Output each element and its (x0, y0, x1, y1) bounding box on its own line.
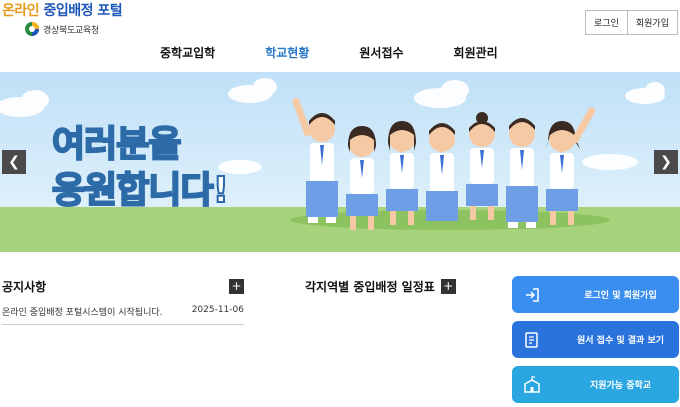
school-building-icon (512, 366, 552, 403)
logo-subtitle-text: 경상북도교육청 (43, 25, 99, 36)
nav-item-member[interactable]: 회원관리 (454, 44, 498, 61)
quick-available-schools-label: 지원가능 중학교 (589, 381, 652, 391)
nav-item-school-status[interactable]: 학교현황 (265, 44, 309, 61)
notice-header: 공지사항 + (2, 277, 244, 295)
main-nav: 중학교입학 학교현황 원서접수 회원관리 (160, 44, 548, 61)
notice-title: 공지사항 (2, 279, 47, 294)
students-group (292, 97, 596, 230)
logo-title-part2: 중입배정 포털 (43, 3, 123, 19)
application-form-icon (512, 321, 552, 358)
plus-icon: + (443, 278, 454, 293)
notice-item[interactable]: 온라인 중입배정 포털시스템이 시작됩니다. 2025-11-06 (2, 305, 244, 325)
logo-title-part1: 온라인 (2, 3, 40, 19)
notice-more-button[interactable]: + (229, 278, 244, 294)
notice-item-title: 온라인 중입배정 포털시스템이 시작됩니다. (2, 308, 163, 318)
banner-slogan: 여러분을 응원합니다! (51, 122, 230, 214)
logo-subtitle: 경상북도교육청 (24, 20, 99, 38)
schedule-section: 각지역별 중입배정 일정표 + (305, 277, 456, 295)
gyeongbuk-edu-emblem-icon (25, 22, 39, 36)
quick-application-result-label: 원서 접수 및 결과 보기 (576, 336, 665, 346)
schedule-more-button[interactable]: + (440, 278, 456, 294)
quick-application-result-button[interactable]: 원서 접수 및 결과 보기 (512, 321, 679, 358)
notice-section: 공지사항 + 온라인 중입배정 포털시스템이 시작됩니다. 2025-11-06 (2, 277, 244, 325)
banner-slogan-line2: 응원합니다! (51, 169, 230, 212)
quick-available-schools-button[interactable]: 지원가능 중학교 (512, 366, 679, 403)
nav-item-admission[interactable]: 중학교입학 (160, 44, 215, 61)
banner-prev-button[interactable]: ❮ (2, 150, 26, 174)
auth-buttons: 로그인 회원가입 (585, 10, 678, 35)
main-banner: 여러분을 응원합니다! ❮ ❯ (0, 72, 680, 252)
notice-item-date: 2025-11-06 (191, 305, 244, 315)
banner-next-button[interactable]: ❯ (654, 150, 678, 174)
schedule-title: 각지역별 중입배정 일정표 (305, 279, 435, 294)
chevron-right-icon: ❯ (660, 154, 672, 170)
nav-item-application[interactable]: 원서접수 (359, 44, 403, 61)
plus-icon: + (231, 278, 242, 293)
quick-login-signup-button[interactable]: 로그인 및 회원가입 (512, 276, 679, 313)
banner-slogan-line1: 여러분을 (51, 123, 182, 166)
login-button[interactable]: 로그인 (586, 11, 627, 34)
login-arrow-icon (512, 276, 552, 313)
logo-title: 온라인 중입배정 포털 (2, 0, 123, 20)
quick-login-signup-label: 로그인 및 회원가입 (584, 291, 657, 301)
signup-button[interactable]: 회원가입 (626, 11, 677, 34)
site-logo[interactable]: 온라인 중입배정 포털 경상북도교육청 (0, 0, 140, 40)
chevron-left-icon: ❮ (8, 154, 20, 170)
